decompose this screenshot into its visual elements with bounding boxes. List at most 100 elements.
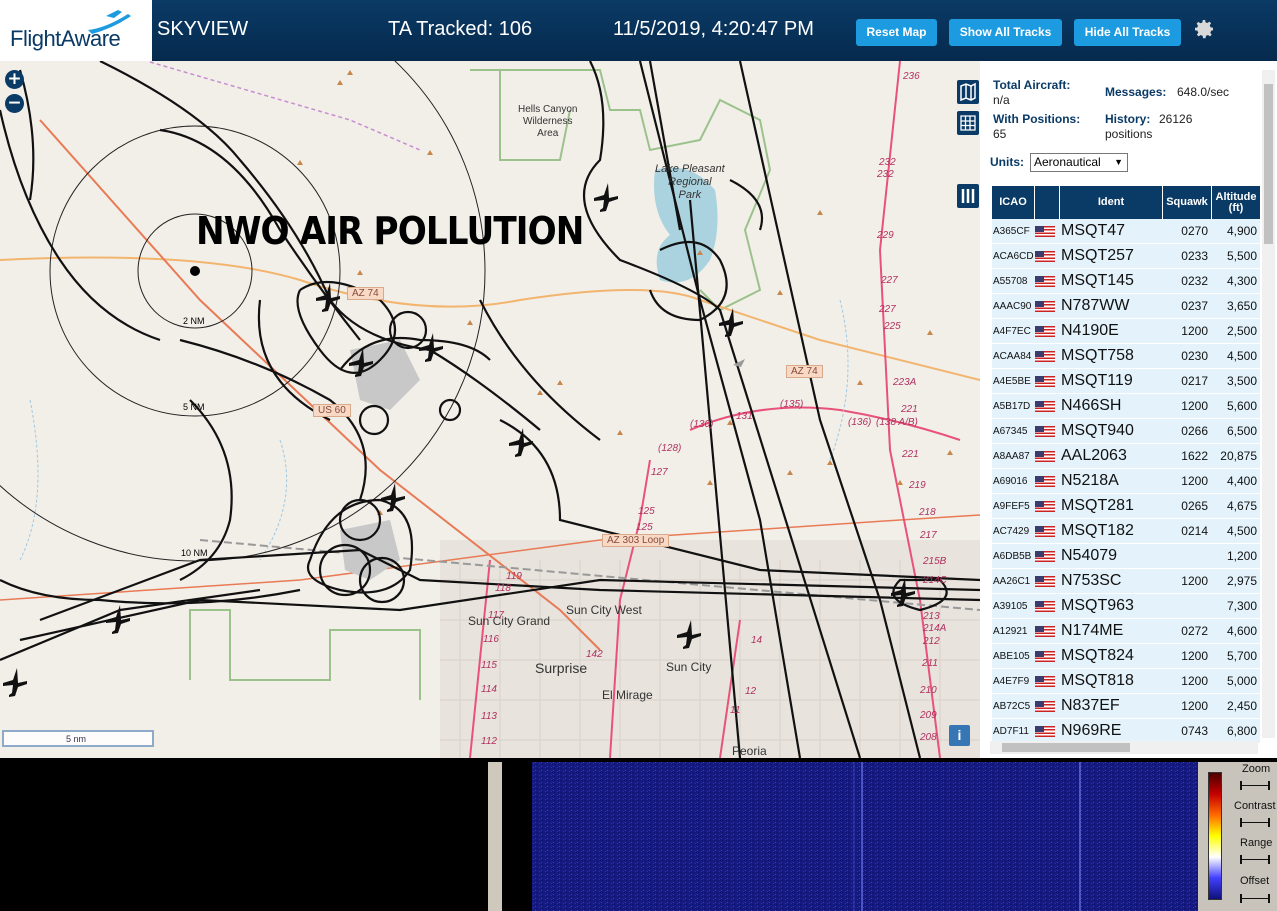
reset-map-button[interactable]: Reset Map	[856, 19, 937, 46]
flightaware-logo[interactable]: FlightAware	[0, 0, 152, 61]
dropdown-caret-icon: ▼	[1114, 157, 1123, 167]
table-row[interactable]: A5B17D N466SH 1200 5,600	[992, 394, 1260, 419]
col-icao[interactable]: ICAO	[992, 186, 1035, 219]
us-flag-icon	[1035, 425, 1060, 437]
cell-ident: N5218A	[1061, 472, 1119, 489]
col-squawk[interactable]: Squawk	[1163, 186, 1212, 219]
table-row[interactable]: A4F7EC N4190E 1200 2,500	[992, 319, 1260, 344]
map-layers-icon[interactable]	[957, 80, 979, 104]
col-altitude[interactable]: Altitude (ft)	[1212, 186, 1260, 219]
table-row[interactable]: ABE105 MSQT824 1200 5,700	[992, 644, 1260, 669]
hwy-label: 227	[881, 275, 898, 286]
cell-squawk: 1200	[1181, 674, 1208, 688]
offset-slider[interactable]	[1240, 894, 1270, 903]
cell-altitude: 4,300	[1226, 274, 1257, 288]
cell-altitude: 2,500	[1226, 324, 1257, 338]
cell-squawk: 0230	[1181, 349, 1208, 363]
table-row[interactable]: A67345 MSQT940 0266 6,500	[992, 419, 1260, 444]
table-row[interactable]: A69016 N5218A 1200 4,400	[992, 469, 1260, 494]
scroll-thumb[interactable]	[1264, 84, 1273, 244]
us-flag-icon	[1035, 450, 1060, 462]
label-peoria: Peoria	[732, 744, 767, 758]
table-row[interactable]: A12921 N174ME 0272 4,600	[992, 619, 1260, 644]
hwy-label: (135)	[780, 399, 804, 410]
hwy-label: (130)	[690, 419, 714, 430]
hwy-label: 211	[922, 658, 938, 669]
hwy-label: 219	[909, 480, 926, 491]
hwy-label: 118	[495, 583, 511, 594]
scroll-thumb[interactable]	[1002, 743, 1130, 752]
cell-icao: A4F7EC	[993, 325, 1031, 337]
cell-ident: MSQT145	[1061, 272, 1134, 289]
current-datetime: 11/5/2019, 4:20:47 PM	[613, 18, 814, 40]
table-row[interactable]: A8AA87 AAL2063 1622 20,875	[992, 444, 1260, 469]
hwy-label: 229	[877, 230, 894, 241]
map-view[interactable]: Hells Canyon Wilderness Area Lake Pleasa…	[0, 61, 980, 758]
label-el-mirage: El Mirage	[602, 688, 653, 702]
table-row[interactable]: A365CF MSQT47 0270 4,900	[992, 219, 1260, 244]
scale-label: 5 nm	[66, 734, 87, 744]
range-slider[interactable]	[1240, 855, 1270, 864]
cell-ident: MSQT824	[1061, 647, 1134, 664]
col-flag[interactable]	[1035, 186, 1060, 219]
show-all-tracks-button[interactable]: Show All Tracks	[949, 19, 1062, 46]
cell-ident: N787WW	[1061, 297, 1130, 314]
us-flag-icon	[1035, 400, 1060, 412]
us-flag-icon	[1035, 325, 1060, 337]
table-row[interactable]: A55708 MSQT145 0232 4,300	[992, 269, 1260, 294]
table-row[interactable]: AC7429 MSQT182 0214 4,500	[992, 519, 1260, 544]
cell-icao: A365CF	[993, 225, 1030, 237]
table-row[interactable]: AA26C1 N753SC 1200 2,975	[992, 569, 1260, 594]
hide-all-tracks-button[interactable]: Hide All Tracks	[1074, 19, 1181, 46]
cell-icao: A9FEF5	[993, 500, 1030, 512]
us-flag-icon	[1035, 625, 1060, 637]
zoom-out-button[interactable]: −	[5, 94, 24, 113]
cell-squawk: 1200	[1181, 649, 1208, 663]
horizontal-scrollbar[interactable]	[990, 741, 1258, 754]
grid-toggle-icon[interactable]	[957, 111, 979, 135]
vertical-scrollbar[interactable]	[1262, 70, 1275, 738]
cell-squawk: 1200	[1181, 324, 1208, 338]
aircraft-table: ICAO Ident Squawk Altitude (ft) A365CF MS…	[992, 186, 1260, 744]
cell-squawk: 0266	[1181, 424, 1208, 438]
cell-ident: MSQT281	[1061, 497, 1134, 514]
contrast-slider[interactable]	[1240, 818, 1270, 827]
table-row[interactable]: A9FEF5 MSQT281 0265 4,675	[992, 494, 1260, 519]
cell-ident: AAL2063	[1061, 447, 1127, 464]
info-button[interactable]: i	[949, 725, 970, 746]
columns-toggle-icon[interactable]	[957, 184, 979, 208]
us-flag-icon	[1035, 675, 1060, 687]
cell-ident: N837EF	[1061, 697, 1120, 714]
hwy-label: 215B	[923, 556, 947, 567]
units-label: Units:	[990, 155, 1024, 169]
hwy-label: 125	[636, 522, 653, 533]
units-select[interactable]: Aeronautical ▼	[1030, 153, 1128, 172]
table-row[interactable]: A6DB5B N54079 1,200	[992, 544, 1260, 569]
table-row[interactable]: ACAA84 MSQT758 0230 4,500	[992, 344, 1260, 369]
hwy-label: 11	[730, 705, 741, 716]
table-row[interactable]: A39105 MSQT963 7,300	[992, 594, 1260, 619]
zoom-in-button[interactable]: +	[5, 70, 24, 89]
label-sun-city-west: Sun City West	[566, 603, 642, 617]
waterfall-display[interactable]	[502, 762, 1198, 911]
col-ident[interactable]: Ident	[1060, 186, 1163, 219]
us-flag-icon	[1035, 375, 1060, 387]
table-header: ICAO Ident Squawk Altitude (ft)	[992, 186, 1260, 219]
table-row[interactable]: A4E7F9 MSQT818 1200 5,000	[992, 669, 1260, 694]
cell-squawk: 1200	[1181, 474, 1208, 488]
panel-splitter[interactable]	[488, 762, 502, 911]
zoom-slider[interactable]	[1240, 781, 1270, 790]
cell-squawk: 0233	[1181, 249, 1208, 263]
cell-ident: N54079	[1061, 547, 1118, 564]
cell-ident: MSQT818	[1061, 672, 1134, 689]
cell-squawk: 1200	[1181, 574, 1208, 588]
table-row[interactable]: AAAC90 N787WW 0237 3,650	[992, 294, 1260, 319]
table-row[interactable]: AB72C5 N837EF 1200 2,450	[992, 694, 1260, 719]
table-row[interactable]: A4E5BE MSQT119 0217 3,500	[992, 369, 1260, 394]
aircraft-panel: Total Aircraft: n/a With Positions: 65 M…	[980, 61, 1277, 758]
us-flag-icon	[1035, 250, 1060, 262]
hwy-label: (136)	[848, 417, 872, 428]
table-row[interactable]: ACA6CD MSQT257 0233 5,500	[992, 244, 1260, 269]
cell-ident: MSQT963	[1061, 597, 1134, 614]
settings-gear-icon[interactable]	[1192, 17, 1216, 41]
